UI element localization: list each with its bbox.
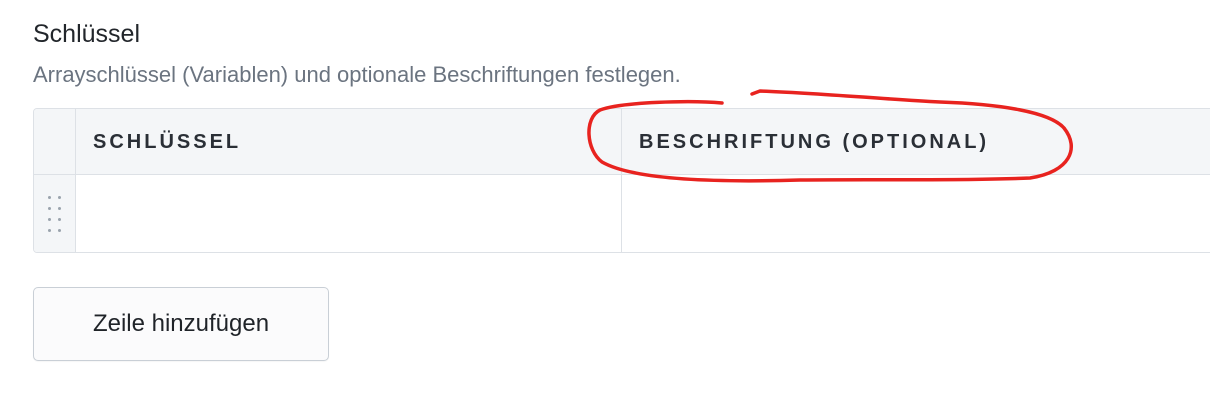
field-description: Arrayschlüssel (Variablen) und optionale… (33, 62, 681, 87)
header-handle-cell (34, 109, 76, 175)
label-input[interactable] (622, 175, 1210, 252)
key-label-table: SCHLÜSSEL BESCHRIFTUNG (OPTIONAL) (33, 108, 1210, 253)
drag-handle-icon (48, 196, 62, 232)
column-header-label: BESCHRIFTUNG (OPTIONAL) (639, 131, 990, 153)
column-header-key: SCHLÜSSEL (76, 109, 622, 175)
row-drag-handle[interactable] (34, 175, 76, 252)
add-row-button[interactable]: Zeile hinzufügen (33, 287, 329, 361)
cell-label (622, 175, 1210, 252)
key-field-section: Schlüssel Arrayschlüssel (Variablen) und… (33, 18, 1210, 90)
field-title: Schlüssel (33, 20, 140, 48)
table-row (34, 175, 1210, 252)
table-header: SCHLÜSSEL BESCHRIFTUNG (OPTIONAL) (34, 109, 1210, 175)
key-input[interactable] (76, 175, 621, 252)
cell-key (76, 175, 622, 252)
